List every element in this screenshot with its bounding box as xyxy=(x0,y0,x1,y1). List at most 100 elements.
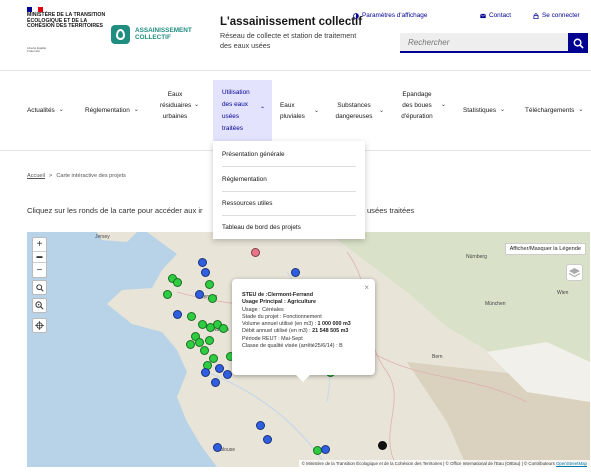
map-label-jersey: Jersey xyxy=(95,234,110,240)
chevron-down-icon: ⌄ xyxy=(441,102,447,108)
nav-item-reglementation[interactable]: Réglementation ⌄ xyxy=(85,105,139,116)
chevron-down-icon: ⌄ xyxy=(578,107,584,113)
dropdown-item-presentation[interactable]: Présentation générale xyxy=(213,142,365,166)
project-marker[interactable] xyxy=(201,368,210,377)
popup-volume: Volume annuel utilisé (en m3) : 1 000 00… xyxy=(242,321,351,328)
project-marker[interactable] xyxy=(321,445,330,454)
chevron-down-icon: ⌄ xyxy=(379,107,385,114)
question-magnifier-icon xyxy=(35,301,44,310)
nav-item-substances-dangereuses[interactable]: Substances dangereuses ⌄ xyxy=(333,100,389,122)
layers-button[interactable] xyxy=(566,264,583,281)
project-marker[interactable] xyxy=(173,310,182,319)
project-marker[interactable] xyxy=(256,421,265,430)
header-divider xyxy=(0,70,591,71)
station-popup: × STEU de :Clermont-Ferrand Usage Princi… xyxy=(232,279,375,382)
display-settings-icon xyxy=(353,12,359,19)
contact-label: Contact xyxy=(489,12,512,19)
mail-icon xyxy=(480,13,486,18)
project-marker[interactable] xyxy=(263,435,272,444)
brand-name[interactable]: ASSAINISSEMENT COLLECTIF xyxy=(135,27,205,41)
lock-icon xyxy=(533,12,539,19)
project-marker[interactable] xyxy=(208,294,217,303)
nav-item-label: Epandage des boues d'épuration xyxy=(401,91,433,120)
nav-item-eaux-pluviales[interactable]: Eaux pluviales ⌄ xyxy=(280,100,324,122)
chevron-up-icon: ⌃ xyxy=(260,107,266,113)
nav-item-telechargements[interactable]: Téléchargements ⌄ xyxy=(525,105,583,116)
nav-item-label: Substances dangereuses xyxy=(335,102,373,120)
dropdown-item-reglementation[interactable]: Réglementation xyxy=(213,167,365,191)
magnifier-icon xyxy=(35,283,44,292)
project-marker[interactable] xyxy=(173,278,182,287)
site-header: Ministère de la transition écologique et… xyxy=(0,0,591,62)
nav-item-label: Réglementation xyxy=(85,107,130,114)
login-link[interactable]: Se connecter xyxy=(533,12,580,19)
project-marker[interactable] xyxy=(378,441,387,450)
nav-dropdown-menu: Présentation générale Réglementation Res… xyxy=(213,141,365,239)
project-marker[interactable] xyxy=(163,290,172,299)
nav-item-statistiques[interactable]: Statistiques ⌄ xyxy=(463,105,505,116)
project-marker[interactable] xyxy=(195,290,204,299)
zoom-control: + ▬ − xyxy=(32,237,47,278)
site-title[interactable]: L'assainissement collectif xyxy=(220,16,362,28)
dropdown-item-tableau-de-bord[interactable]: Tableau de bord des projets xyxy=(213,215,365,239)
project-marker[interactable] xyxy=(205,280,214,289)
breadcrumb: Accueil > Carte intéractive des projets xyxy=(27,173,126,179)
project-marker[interactable] xyxy=(223,370,232,379)
nav-item-label: Téléchargements xyxy=(525,107,575,114)
nav-item-epandage-boues[interactable]: Epandage des boues d'épuration ⌄ xyxy=(397,89,451,122)
map-attribution: © Ministère de la Transition Écologique … xyxy=(298,460,590,467)
nav-item-utilisation-eaux-usees[interactable]: Utilisation des eaux usées traitées ⌃ xyxy=(213,80,272,141)
header-tools: Paramètres d'affichage Contact Se connec… xyxy=(350,12,590,24)
project-marker[interactable] xyxy=(201,268,210,277)
popup-close-icon[interactable]: × xyxy=(364,283,369,292)
project-marker[interactable] xyxy=(211,378,220,387)
republic-motto: Liberté Égalité Fraternité xyxy=(27,46,47,54)
search-icon xyxy=(573,38,584,49)
display-settings-label: Paramètres d'affichage xyxy=(362,12,428,19)
legend-toggle-button[interactable]: Afficher/Masquer la Légende xyxy=(504,243,586,255)
nav-item-actualites[interactable]: Actualités ⌄ xyxy=(27,105,64,116)
project-marker[interactable] xyxy=(205,336,214,345)
breadcrumb-separator: > xyxy=(49,173,53,179)
project-marker[interactable] xyxy=(219,324,228,333)
project-marker[interactable] xyxy=(198,258,207,267)
map-search-button[interactable] xyxy=(32,280,47,295)
login-label: Se connecter xyxy=(542,12,580,19)
locate-button[interactable] xyxy=(32,318,47,333)
query-tool-button[interactable] xyxy=(32,298,47,313)
chevron-down-icon: ⌄ xyxy=(133,107,139,113)
project-marker[interactable] xyxy=(186,340,195,349)
zoom-slider-handle[interactable]: ▬ xyxy=(33,252,46,263)
chevron-down-icon: ⌄ xyxy=(314,107,320,114)
project-marker[interactable] xyxy=(213,443,222,452)
map-label-munchen: München xyxy=(485,301,506,307)
project-marker[interactable] xyxy=(200,346,209,355)
zoom-in-button[interactable]: + xyxy=(33,238,46,252)
chevron-down-icon: ⌄ xyxy=(194,102,200,108)
contact-link[interactable]: Contact xyxy=(480,12,511,19)
crosshair-icon xyxy=(35,321,44,330)
ministry-name[interactable]: Ministère de la transition écologique et… xyxy=(27,12,107,30)
nav-item-label: Actualités xyxy=(27,107,55,114)
search-button[interactable] xyxy=(568,33,588,53)
nav-item-label: Eaux pluviales xyxy=(280,102,305,120)
zoom-out-button[interactable]: − xyxy=(33,263,46,277)
main-navigation: Actualités ⌄ Réglementation ⌄ Eaux résidua… xyxy=(0,80,591,141)
nav-item-label: Utilisation des eaux usées traitées xyxy=(222,88,250,132)
brand-logo-icon[interactable] xyxy=(111,25,130,44)
project-marker[interactable] xyxy=(187,312,196,321)
project-marker[interactable] xyxy=(251,248,260,257)
dropdown-item-ressources[interactable]: Ressources utiles xyxy=(213,191,365,215)
project-marker[interactable] xyxy=(291,268,300,277)
breadcrumb-home-link[interactable]: Accueil xyxy=(27,173,45,179)
map-label-nurnberg: Nürnberg xyxy=(466,254,487,260)
search-input[interactable] xyxy=(400,33,568,53)
openstreetmap-link[interactable]: OpenStreetMap xyxy=(556,461,587,466)
map-label-wien: Wien xyxy=(557,290,569,296)
breadcrumb-current: Carte intéractive des projets xyxy=(56,173,126,179)
popup-status: Stade du projet : Fonctionnement xyxy=(242,313,322,320)
nav-item-label: Statistiques xyxy=(463,107,497,114)
display-settings-link[interactable]: Paramètres d'affichage xyxy=(353,12,427,19)
nav-item-eaux-residuaires[interactable]: Eaux résiduaires urbaines ⌄ xyxy=(160,89,202,122)
interactive-map[interactable]: Jersey Rennes Nantes Nürnberg München Be… xyxy=(27,232,590,467)
